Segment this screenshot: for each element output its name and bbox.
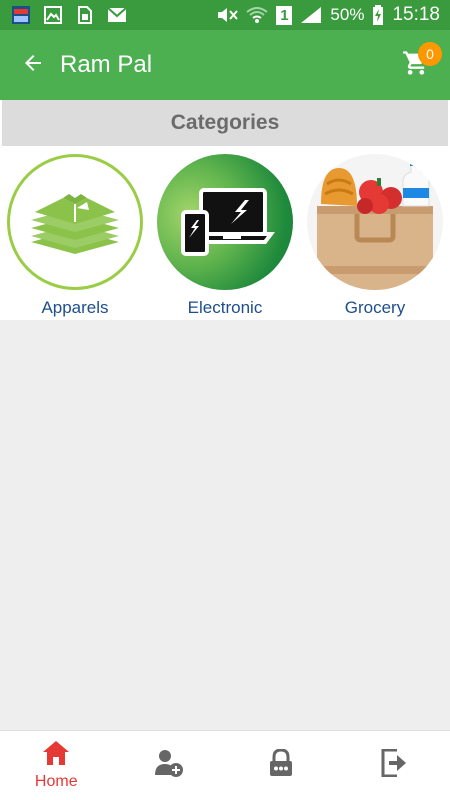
page-title: Ram Pal [60,51,153,78]
category-label: Electronic [187,298,263,317]
logout-icon [381,748,407,782]
category-electronic[interactable]: Electronic [150,146,300,320]
back-button[interactable] [8,30,58,100]
grocery-bag-icon [307,154,443,290]
categories-header: Categories [0,100,450,146]
clock: 15:18 [392,4,440,25]
wifi-icon [246,5,269,25]
category-label: Grocery [344,298,406,317]
nav-home-label: Home [34,773,78,790]
category-grocery[interactable]: Grocery [300,146,450,320]
nav-add-user[interactable] [113,731,226,800]
mail-icon [106,5,128,25]
app-bar: Ram Pal 0 [0,30,450,100]
category-label: Apparels [41,298,109,317]
sim-card-icon [74,5,96,25]
cart-button[interactable]: 0 [396,42,442,88]
cart-count-badge: 0 [418,42,442,66]
signal-icon [300,5,322,25]
app-notification-icon [10,5,32,25]
category-apparels[interactable]: Apparels [0,146,150,320]
section-title: Categories [170,111,280,134]
status-bar: 1 50% 15:18 [0,0,450,30]
shirts-icon [7,154,143,290]
devices-icon [157,154,293,290]
mute-icon [216,5,239,25]
arrow-left-icon [21,51,45,80]
bottom-navigation: Home [0,730,450,800]
nav-logout[interactable] [338,731,450,800]
battery-percentage: 50% [330,5,365,24]
add-user-icon [154,749,184,782]
sim-slot-icon: 1 [276,5,293,25]
battery-charging-icon [372,5,384,25]
image-notification-icon [42,5,64,25]
nav-home[interactable]: Home [0,731,113,800]
home-icon [42,740,70,771]
nav-lock[interactable] [225,731,338,800]
lock-icon [269,748,293,782]
category-grid: Apparels Electronic Grocery [0,146,450,320]
